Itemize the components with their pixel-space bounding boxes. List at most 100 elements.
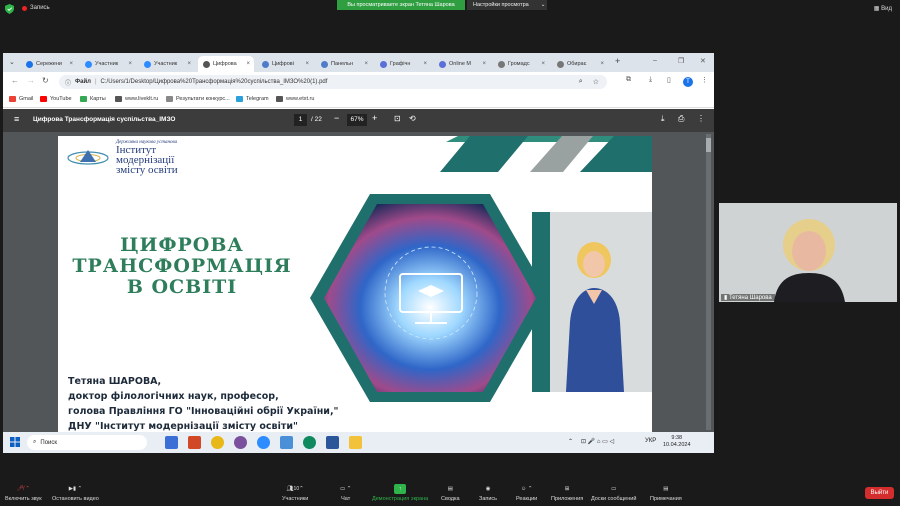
zoom-search-icon[interactable]: ⌕ (579, 78, 583, 86)
extensions-icon[interactable]: ⧉ (626, 76, 631, 84)
share-screen-button[interactable]: ↑ Демонстрация экрана (372, 484, 428, 502)
zoom-level[interactable]: 67% (347, 114, 367, 126)
tab-close-icon[interactable]: × (541, 61, 545, 67)
browser-tab[interactable]: Online M × (434, 56, 490, 72)
forward-icon[interactable]: → (27, 76, 35, 85)
browser-tab[interactable]: Обирає × (552, 56, 608, 72)
pdf-scrollbar-thumb[interactable] (706, 138, 711, 152)
chrome-icon[interactable] (211, 436, 224, 449)
bookmark-item[interactable]: Gmail (9, 96, 33, 102)
new-tab-button[interactable]: + (615, 56, 620, 66)
browser-tab[interactable]: Графічн × (375, 56, 431, 72)
leave-button[interactable]: Выйти (865, 487, 894, 499)
print-icon[interactable]: ⎙ (678, 114, 684, 124)
shared-screen: ⌄ Сережени × Участник × Участник × Цифрова × Циф… (3, 53, 714, 453)
app-icon[interactable] (280, 436, 293, 449)
bookmark-item[interactable]: YouTube (40, 96, 72, 102)
speaker-photo-illustration (566, 242, 624, 392)
url-text: C:/Users/1/Desktop/Цифрова%20Трансформац… (100, 79, 328, 85)
reload-icon[interactable]: ↻ (42, 76, 49, 85)
powerpoint-icon[interactable] (188, 436, 201, 449)
pdf-scrollbar[interactable] (706, 134, 711, 430)
pdf-title: Цифрова Трансформація суспільства_ІМЗО (33, 116, 176, 123)
notes-label: Примечания (650, 496, 682, 502)
record-button[interactable]: ◉ Запись (479, 484, 497, 502)
view-button[interactable]: ▦ Вид (874, 5, 892, 12)
folder-icon[interactable] (349, 436, 362, 449)
file-scheme-label: Файл (75, 79, 91, 85)
fit-page-icon[interactable]: ⊡ (394, 114, 401, 123)
minimize-icon[interactable]: – (653, 57, 657, 64)
tab-close-icon[interactable]: × (600, 61, 604, 67)
tab-close-icon[interactable]: × (364, 61, 368, 67)
bookmark-item[interactable]: Telegram (236, 96, 269, 102)
bookmark-item[interactable]: Карты (80, 96, 106, 102)
apps-button[interactable]: ⊞ Приложения (551, 484, 583, 502)
reactions-button[interactable]: ☺ ⌃ Реакции (516, 484, 537, 502)
tab-close-icon[interactable]: × (187, 61, 191, 67)
pdf-download-icon[interactable]: ⤓ (661, 114, 665, 124)
hamburger-menu-icon[interactable]: ≡ (14, 114, 19, 124)
stop-video-label: Остановить видео (52, 496, 99, 502)
bookmark-item[interactable]: www.etxt.ru (276, 96, 314, 102)
tab-close-icon[interactable]: × (69, 61, 73, 67)
bookmark-item[interactable]: Результати конкурс... (166, 96, 230, 102)
zoom-in-icon[interactable]: + (372, 113, 377, 123)
browser-tab[interactable]: Сережени × (21, 56, 77, 72)
chat-button[interactable]: ▭ ⌃ Чат (340, 484, 351, 502)
taskbar-clock[interactable]: 9:38 10.04.2024 (663, 435, 691, 449)
browser-tab-strip: ⌄ Сережени × Участник × Участник × Цифрова × Циф… (3, 53, 714, 72)
pdf-more-icon[interactable]: ⋮ (697, 114, 705, 123)
zoom-app-icon[interactable] (257, 436, 270, 449)
tab-close-icon[interactable]: × (482, 61, 486, 67)
windows-start-icon[interactable] (10, 437, 20, 447)
tab-close-icon[interactable]: × (305, 61, 309, 67)
url-field[interactable]: ⓘ Файл | C:/Users/1/Desktop/Цифрова%20Тр… (59, 75, 607, 89)
browser-tab[interactable]: Цифрові × (257, 56, 313, 72)
participant-video[interactable]: ▮ Тетяна Шарова (719, 203, 897, 302)
sidebar-icon[interactable]: ▯ (667, 76, 671, 84)
tab-favicon-icon (144, 60, 151, 68)
author-block: Тетяна ШАРОВА, доктор філологічних наук,… (68, 374, 339, 434)
star-icon[interactable]: ☆ (593, 78, 599, 86)
tab-search-icon[interactable]: ⌄ (9, 58, 15, 66)
maximize-icon[interactable]: ❐ (678, 57, 684, 65)
browser-tab[interactable]: Цифрова × (198, 56, 254, 72)
file-explorer-icon[interactable] (165, 436, 178, 449)
tray-chevron-icon[interactable]: ⌃ (568, 438, 573, 445)
whiteboards-button[interactable]: ▭ Доски сообщений (591, 484, 636, 502)
summary-button[interactable]: ▤ Сводка (441, 484, 460, 502)
unmute-button[interactable]: 🎤︎̸ ⌃ Включить звук (5, 484, 42, 502)
close-window-icon[interactable]: ✕ (700, 57, 706, 65)
recording-indicator[interactable]: Запись (22, 5, 50, 11)
word-icon[interactable] (326, 436, 339, 449)
view-settings-dropdown[interactable]: Настройки просмотра ⌄ (467, 0, 547, 10)
back-icon[interactable]: ← (11, 76, 19, 85)
page-number-input[interactable]: 1 (294, 114, 307, 126)
browser-tab[interactable]: Панельн × (316, 56, 372, 72)
edge-icon[interactable] (303, 436, 316, 449)
pdf-viewer[interactable]: Державна наукова установа Інститут модер… (3, 132, 714, 436)
notes-button[interactable]: ▤ Примечания (650, 484, 682, 502)
tab-close-icon[interactable]: × (246, 61, 250, 67)
zoom-out-icon[interactable]: − (334, 113, 339, 123)
browser-tab[interactable]: Громадс × (493, 56, 549, 72)
language-indicator[interactable]: УКР (645, 438, 656, 444)
tray-icons[interactable]: ⊡ 🎤 ⌂ ▭ ◁ (581, 438, 614, 445)
rotate-icon[interactable]: ⟲ (409, 114, 416, 123)
profile-avatar[interactable]: Т (683, 77, 693, 87)
menu-kebab-icon[interactable]: ⋮ (701, 76, 708, 84)
download-icon[interactable]: ⤓ (649, 76, 652, 84)
stop-video-button[interactable]: ▶▮ ⌃ Остановить видео (52, 484, 99, 502)
tab-close-icon[interactable]: × (423, 61, 427, 67)
title-line-2: ТРАНСФОРМАЦІЯ (72, 255, 292, 277)
browser-tab[interactable]: Участник × (80, 56, 136, 72)
browser-tab[interactable]: Участник × (139, 56, 195, 72)
address-bar-row: ← → ↻ ⓘ Файл | C:/Users/1/Desktop/Цифров… (3, 72, 714, 92)
tab-close-icon[interactable]: × (128, 61, 132, 67)
viber-icon[interactable] (234, 436, 247, 449)
tab-label: Online M (449, 61, 472, 67)
taskbar-search[interactable]: ⌕ Поиск (27, 435, 147, 450)
bookmark-item[interactable]: www.liveklt.ru (115, 96, 158, 102)
participants-button[interactable]: 👥︎ 10 ⌃ Участники (282, 484, 308, 502)
